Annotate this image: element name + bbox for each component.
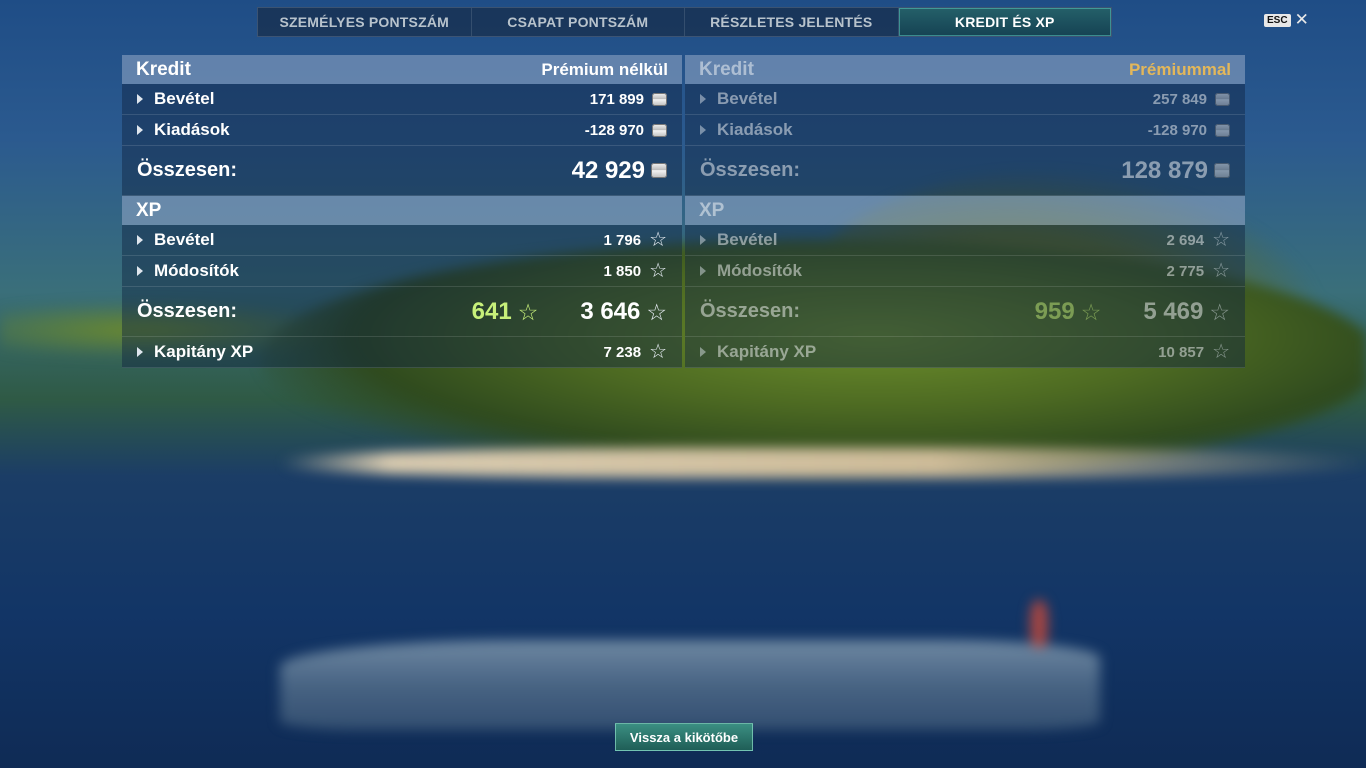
expand-triangle-icon[interactable]: [700, 266, 706, 276]
premium-xp-total-row: Összesen: 959 ☆ 5 469 ☆: [685, 287, 1245, 337]
xp-modifiers-label: Módosítók: [154, 261, 239, 280]
premium-xp-income-label: Bevétel: [717, 230, 778, 249]
expand-triangle-icon[interactable]: [700, 235, 706, 245]
xp-star-icon: ☆: [649, 260, 667, 282]
xp-income-row[interactable]: Bevétel 1 796 ☆: [122, 225, 682, 256]
expand-triangle-icon[interactable]: [137, 94, 143, 104]
xp-bonus-value: 641: [471, 297, 512, 325]
buoy: [1030, 600, 1048, 648]
xp-star-icon: ☆: [1212, 229, 1230, 251]
premium-credit-expense-value: -128 970: [1147, 121, 1207, 139]
xp-total-label: Összesen:: [137, 300, 238, 322]
xp-star-icon: ☆: [649, 341, 667, 363]
premium-credit-income-row[interactable]: Bevétel 257 849: [685, 84, 1245, 115]
premium-xp-income-value: 2 694: [1166, 231, 1205, 249]
captain-xp-row[interactable]: Kapitány XP 7 238 ☆: [122, 337, 682, 368]
xp-star-icon: ☆: [649, 229, 667, 251]
credit-income-value: 171 899: [589, 90, 644, 108]
credit-coin-icon: [1215, 123, 1230, 137]
credit-total-row: Összesen: 42 929: [122, 146, 682, 196]
premium-credit-header-subtitle: Prémiummal: [1128, 59, 1231, 79]
tab-detailed-report[interactable]: RÉSZLETES JELENTÉS: [685, 8, 899, 36]
tab-bar: SZEMÉLYES PONTSZÁM CSAPAT PONTSZÁM RÉSZL…: [257, 7, 1112, 37]
credit-coin-icon: [652, 92, 667, 106]
esc-key-badge: ESC: [1264, 13, 1291, 27]
premium-credit-header: Kredit Prémiummal: [685, 55, 1245, 84]
expand-triangle-icon[interactable]: [700, 347, 706, 357]
premium-xp-header-title: XP: [699, 199, 725, 221]
xp-star-icon: ☆: [646, 298, 667, 325]
credit-coin-icon: [1215, 92, 1230, 106]
tab-personal-score[interactable]: SZEMÉLYES PONTSZÁM: [258, 8, 472, 36]
xp-income-value: 1 796: [603, 231, 642, 249]
credit-expense-value: -128 970: [584, 121, 644, 139]
premium-xp-total-label: Összesen:: [700, 300, 801, 322]
xp-star-icon: ☆: [517, 298, 539, 325]
credit-header-subtitle: Prémium nélkül: [541, 59, 668, 79]
premium-captain-xp-row[interactable]: Kapitány XP 10 857 ☆: [685, 337, 1245, 368]
tab-credit-xp[interactable]: KREDIT ÉS XP: [898, 8, 1111, 36]
premium-xp-modifiers-value: 2 775: [1166, 262, 1205, 280]
premium-xp-total-value: 5 469: [1143, 297, 1204, 325]
xp-star-icon: ☆: [1209, 298, 1230, 325]
premium-credit-income-label: Bevétel: [717, 89, 778, 108]
credit-coin-icon: [652, 123, 667, 137]
credit-expense-label: Kiadások: [154, 120, 230, 139]
premium-xp-bonus-value: 959: [1034, 297, 1075, 325]
xp-star-icon: ☆: [1080, 298, 1102, 325]
beach: [280, 448, 1366, 478]
premium-xp-modifiers-label: Módosítók: [717, 261, 802, 280]
premium-captain-xp-label: Kapitány XP: [717, 342, 817, 361]
premium-credit-total-value: 128 879: [1121, 156, 1208, 184]
premium-xp-header: XP: [685, 196, 1245, 225]
panel-with-premium: Kredit Prémiummal Bevétel 257 849 Kiadás…: [685, 55, 1245, 368]
premium-xp-income-row[interactable]: Bevétel 2 694 ☆: [685, 225, 1245, 256]
premium-credit-expense-row[interactable]: Kiadások -128 970: [685, 115, 1245, 146]
credit-total-value: 42 929: [571, 156, 645, 184]
premium-captain-xp-value: 10 857: [1158, 343, 1205, 361]
close-icon[interactable]: ✕: [1295, 11, 1309, 28]
expand-triangle-icon[interactable]: [137, 266, 143, 276]
xp-total-value: 3 646: [580, 297, 641, 325]
xp-modifiers-value: 1 850: [603, 262, 642, 280]
premium-credit-total-row: Összesen: 128 879: [685, 146, 1245, 196]
expand-triangle-icon[interactable]: [137, 125, 143, 135]
xp-income-label: Bevétel: [154, 230, 215, 249]
xp-header-title: XP: [136, 199, 162, 221]
back-to-port-button[interactable]: Vissza a kikötőbe: [615, 723, 753, 751]
panel-without-premium: Kredit Prémium nélkül Bevétel 171 899 Ki…: [122, 55, 682, 368]
credit-total-label: Összesen:: [137, 159, 238, 181]
close-button[interactable]: ESC ✕: [1264, 11, 1309, 28]
xp-header: XP: [122, 196, 682, 225]
ship: [280, 640, 1100, 730]
credit-income-row[interactable]: Bevétel 171 899: [122, 84, 682, 115]
premium-credit-total-label: Összesen:: [700, 159, 801, 181]
credit-coin-icon: [651, 163, 667, 178]
premium-xp-modifiers-row[interactable]: Módosítók 2 775 ☆: [685, 256, 1245, 287]
expand-triangle-icon[interactable]: [700, 125, 706, 135]
expand-triangle-icon[interactable]: [700, 94, 706, 104]
xp-modifiers-row[interactable]: Módosítók 1 850 ☆: [122, 256, 682, 287]
tab-team-score[interactable]: CSAPAT PONTSZÁM: [472, 8, 685, 36]
captain-xp-label: Kapitány XP: [154, 342, 254, 361]
expand-triangle-icon[interactable]: [137, 235, 143, 245]
xp-total-row: Összesen: 641 ☆ 3 646 ☆: [122, 287, 682, 337]
captain-xp-value: 7 238: [603, 343, 642, 361]
credit-header: Kredit Prémium nélkül: [122, 55, 682, 84]
credit-header-title: Kredit: [136, 58, 191, 80]
premium-credit-expense-label: Kiadások: [717, 120, 793, 139]
credit-coin-icon: [1214, 163, 1230, 178]
xp-star-icon: ☆: [1212, 260, 1230, 282]
credit-income-label: Bevétel: [154, 89, 215, 108]
credit-expense-row[interactable]: Kiadások -128 970: [122, 115, 682, 146]
premium-credit-header-title: Kredit: [699, 58, 754, 80]
expand-triangle-icon[interactable]: [137, 347, 143, 357]
xp-star-icon: ☆: [1212, 341, 1230, 363]
premium-credit-income-value: 257 849: [1152, 90, 1207, 108]
